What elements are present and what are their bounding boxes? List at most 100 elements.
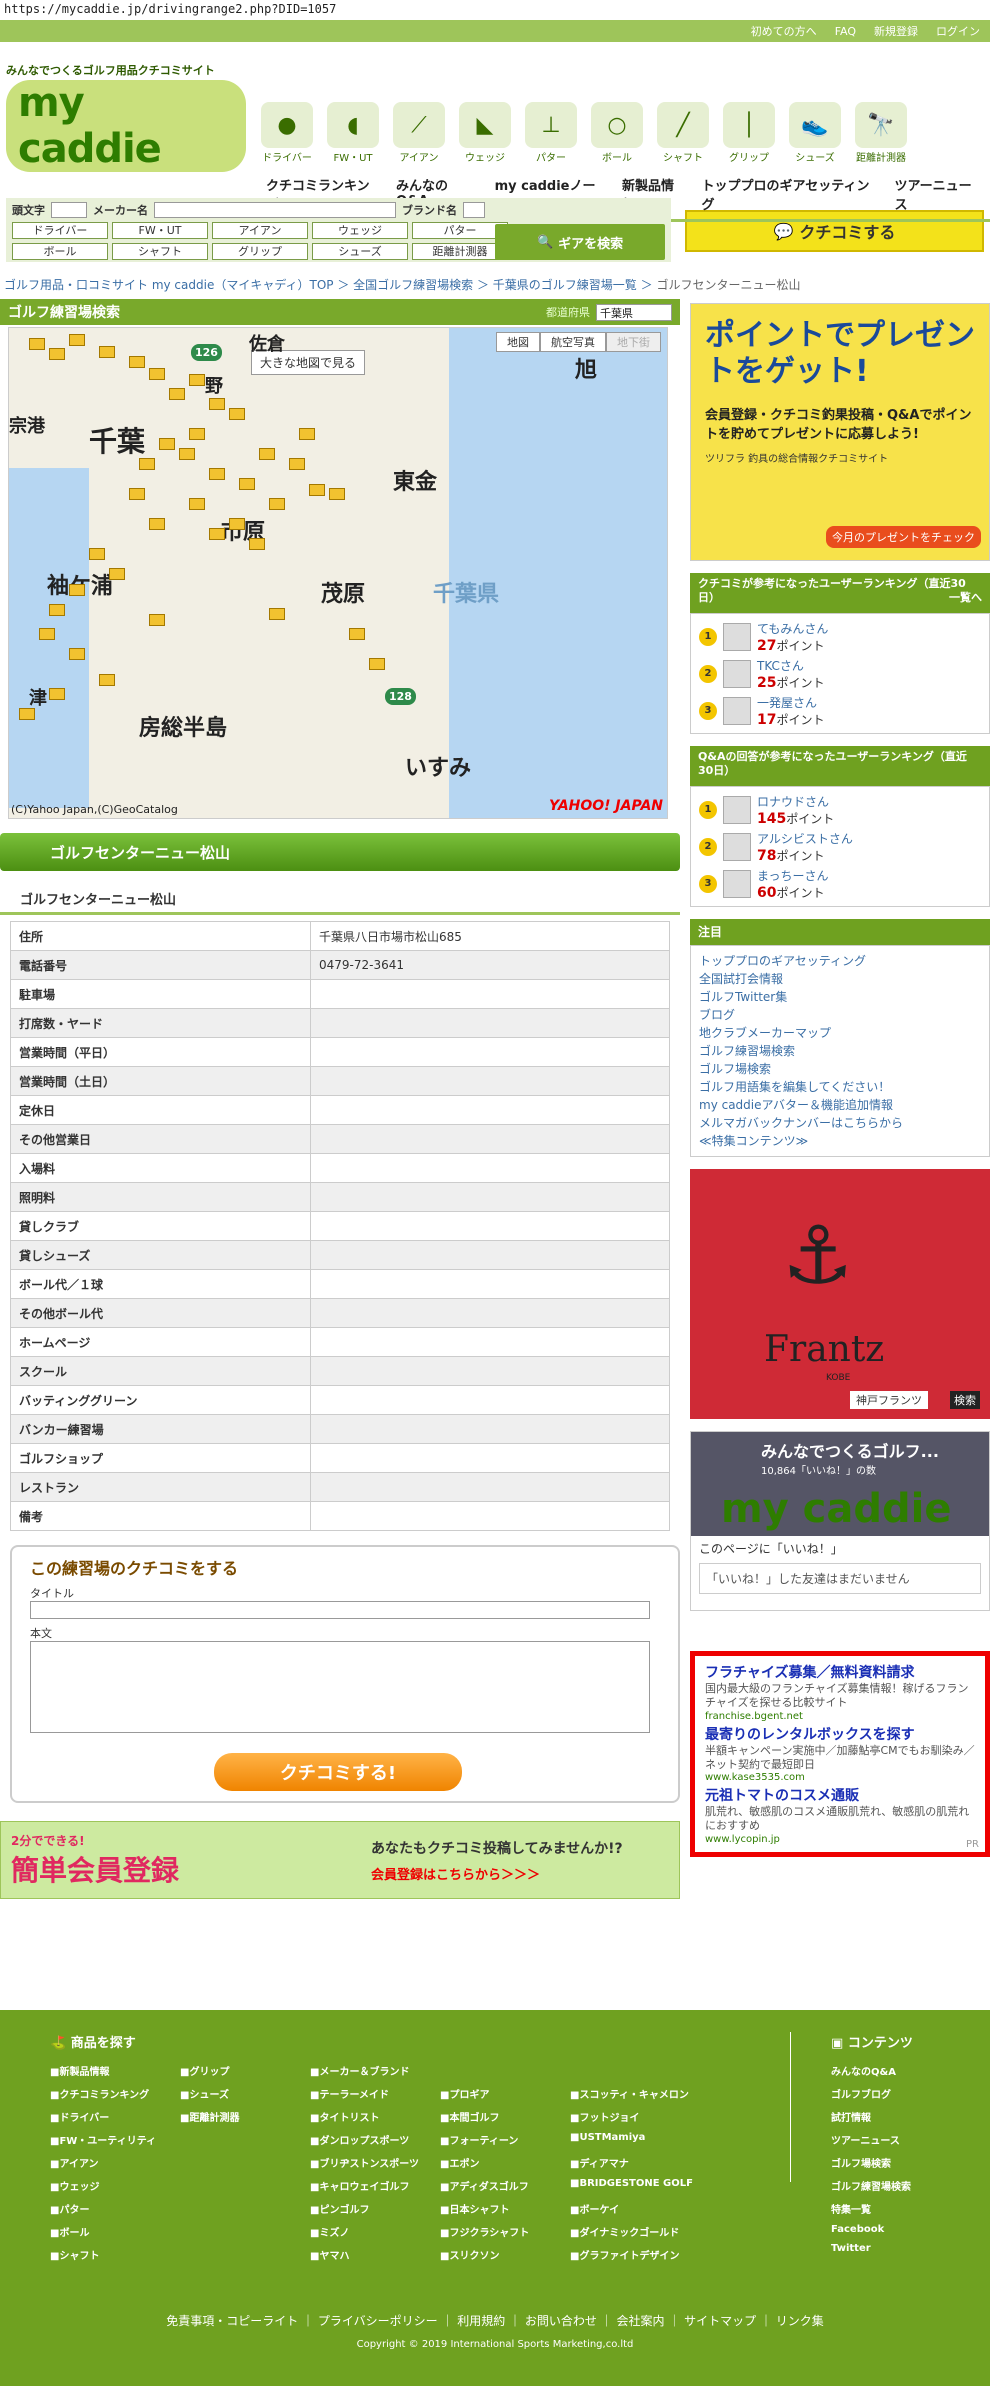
topnav-link[interactable]: 新規登録 [874,23,918,39]
range-marker-icon[interactable] [309,484,325,496]
footer-content-link[interactable]: 試打情報 [831,2109,913,2124]
footer-product-link[interactable]: ■ブリヂストンスポーツ [310,2155,440,2170]
gear-category-button[interactable]: グリップ [212,243,308,260]
ranking-more-link[interactable]: 一覧へ [949,591,982,605]
range-marker-icon[interactable] [369,658,385,670]
footer-product-link[interactable]: ■ダンロップスポーツ [310,2132,440,2147]
category-rangefinder[interactable]: 🔭 距離計測器 [852,102,910,164]
footer-product-link[interactable]: ■ディアマナ [570,2155,700,2170]
footer-product-link[interactable]: ■シャフト [50,2247,180,2262]
pr-ad-item[interactable]: フラチャイズ募集／無料資料請求 国内最大級のフランチャイズ募集情報！稼げるフランチ… [705,1662,975,1722]
footer-product-link[interactable]: ■BRIDGESTONE GOLF [570,2178,700,2193]
footer-product-link[interactable]: ■ウェッジ [50,2178,180,2193]
range-marker-icon[interactable] [209,468,225,480]
topnav-link[interactable]: FAQ [835,25,856,38]
range-marker-icon[interactable] [189,374,205,386]
pr-ad-url[interactable]: franchise.bgent.net [705,1711,975,1722]
range-marker-icon[interactable] [69,334,85,346]
notice-link[interactable]: ブログ [699,1006,981,1024]
footer-product-link[interactable]: ■グリップ [180,2063,310,2078]
point-ad-button[interactable]: 今月のプレゼントをチェック [826,526,981,548]
footer-content-link[interactable]: みんなのQ&A [831,2063,913,2078]
maker-select[interactable] [154,202,396,218]
footer-product-link[interactable]: ■ヤマハ [310,2247,440,2262]
ranking-item[interactable]: 3 まっちーさん 60ポイント [699,865,981,902]
range-marker-icon[interactable] [69,584,85,596]
register-link[interactable]: 会員登録はこちらから＞＞＞ [371,1864,623,1883]
range-marker-icon[interactable] [19,708,35,720]
range-marker-icon[interactable] [209,398,225,410]
footer-links[interactable]: 免責事項・コピーライト ｜ プライバシーポリシー ｜ 利用規約 ｜ お問い合わせ… [0,2312,990,2329]
range-marker-icon[interactable] [89,548,105,560]
review-body-textarea[interactable] [30,1641,650,1733]
pr-ad-headline[interactable]: 元祖トマトのコスメ通販 [705,1785,975,1805]
gear-category-button[interactable]: パター [412,222,508,239]
map-type-button[interactable]: 航空写真 [540,332,606,352]
footer-content-link[interactable]: Twitter [831,2243,913,2254]
footer-product-link[interactable]: ■スコッティ・キャメロン [570,2086,700,2101]
gear-category-button[interactable]: 距離計測器 [412,243,508,260]
footer-product-link[interactable]: ■ダイナミックゴールド [570,2224,700,2239]
range-marker-icon[interactable] [179,448,195,460]
footer-product-link[interactable]: ■距離計測器 [180,2109,310,2124]
footer-product-link[interactable]: ■メーカー＆ブランド [310,2063,440,2078]
category-grip[interactable]: │ グリップ [720,102,778,164]
footer-content-link[interactable]: ツアーニュース [831,2132,913,2147]
pr-ad-headline[interactable]: 最寄りのレンタルボックスを探す [705,1724,975,1744]
map-type-button[interactable]: 地図 [496,332,540,352]
footer-product-link[interactable]: ■ピンゴルフ [310,2201,440,2216]
range-marker-icon[interactable] [149,368,165,380]
gear-category-button[interactable]: ウェッジ [312,222,408,239]
gear-category-button[interactable]: ドライバー [12,222,108,239]
pr-ad-url[interactable]: www.kase3535.com [705,1772,975,1783]
range-marker-icon[interactable] [259,448,275,460]
range-marker-icon[interactable] [209,528,225,540]
review-title-input[interactable] [30,1601,650,1619]
range-marker-icon[interactable] [149,614,165,626]
range-marker-icon[interactable] [129,356,145,368]
frantz-search-button[interactable]: 検索 [950,1391,980,1409]
notice-link[interactable]: ゴルフTwitter集 [699,988,981,1006]
range-marker-icon[interactable] [239,478,255,490]
range-marker-icon[interactable] [299,428,315,440]
breadcrumb-item[interactable]: 千葉県のゴルフ練習場一覧 [493,278,637,292]
footer-product-link[interactable]: ■フォーティーン [440,2132,570,2147]
topnav-link[interactable]: 初めての方へ [751,23,817,39]
category-shaft[interactable]: ╱ シャフト [654,102,712,164]
range-marker-icon[interactable] [189,498,205,510]
notice-link[interactable]: ゴルフ場検索 [699,1060,981,1078]
notice-link[interactable]: 地クラブメーカーマップ [699,1024,981,1042]
footer-product-link[interactable]: ■キャロウェイゴルフ [310,2178,440,2193]
range-marker-icon[interactable] [229,518,245,530]
mainnav-item[interactable]: ツアーニュース [886,169,990,222]
category-ball[interactable]: ○ ボール [588,102,646,164]
footer-product-link[interactable]: ■クチコミランキング [50,2086,180,2101]
range-marker-icon[interactable] [129,488,145,500]
range-marker-icon[interactable] [49,688,65,700]
footer-product-link[interactable]: ■日本シャフト [440,2201,570,2216]
category-shoes[interactable]: 👟 シューズ [786,102,844,164]
brand-select[interactable] [463,202,485,218]
range-marker-icon[interactable] [249,538,265,550]
category-putter[interactable]: ⊥ パター [522,102,580,164]
breadcrumb-item[interactable]: ゴルフ用品・口コミサイト my caddie（マイキャディ）TOP [4,278,334,292]
notice-link[interactable]: メルマガバックナンバーはこちらから [699,1114,981,1132]
range-map[interactable]: 地図 航空写真 地下街 大きな地図で見る (C)Yahoo Japan,(C)Geo… [8,327,668,819]
ranking-user-name[interactable]: てもみんさん [757,620,828,637]
topnav-link[interactable]: ログイン [936,23,980,39]
footer-content-link[interactable]: ゴルフ練習場検索 [831,2178,913,2193]
range-marker-icon[interactable] [189,428,205,440]
site-logo[interactable]: my caddie [6,80,246,172]
gear-category-button[interactable]: アイアン [212,222,308,239]
footer-content-link[interactable]: 特集一覧 [831,2201,913,2216]
notice-link[interactable]: トッププロのギアセッティング [699,952,981,970]
footer-product-link[interactable]: ■パター [50,2201,180,2216]
notice-link[interactable]: ゴルフ練習場検索 [699,1042,981,1060]
fb-like-button[interactable]: このページに「いいね！」 [699,1540,981,1557]
range-marker-icon[interactable] [49,604,65,616]
footer-product-link[interactable]: ■スリクソン [440,2247,570,2262]
range-marker-icon[interactable] [269,498,285,510]
review-submit-button[interactable]: クチコミする! [214,1753,462,1791]
ranking-user-name[interactable]: 一発屋さん [757,694,825,711]
range-marker-icon[interactable] [289,458,305,470]
